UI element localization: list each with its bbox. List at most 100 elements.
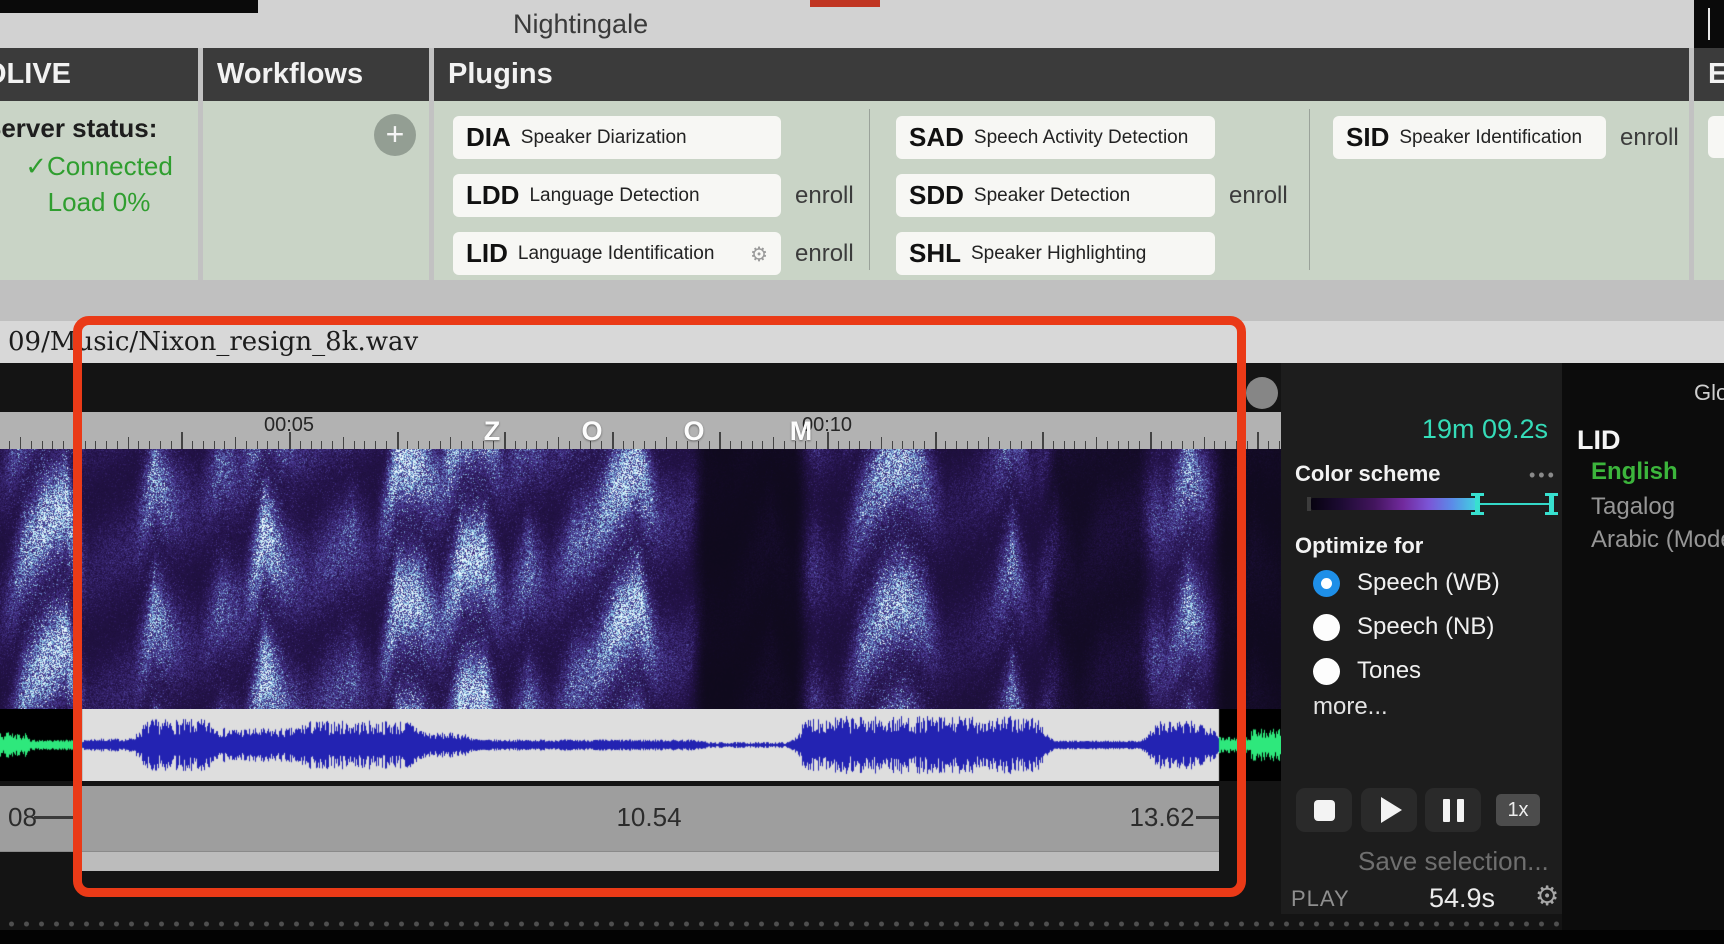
- ruler-tick: [278, 441, 279, 449]
- language-item-english[interactable]: English: [1591, 458, 1678, 486]
- radio-circle[interactable]: [1313, 570, 1340, 597]
- pause-icon: [1443, 799, 1464, 822]
- ruler-tick: [63, 441, 64, 449]
- add-workflow-button[interactable]: +: [374, 114, 416, 156]
- ruler-tick: [1096, 437, 1097, 449]
- plugin-ldd-button[interactable]: LDD Language Detection: [453, 174, 781, 217]
- playback-speed-button[interactable]: 1x: [1496, 794, 1540, 826]
- panel-handle[interactable]: [1246, 377, 1278, 409]
- stop-button[interactable]: [1296, 788, 1352, 832]
- global-label-cut: Glo: [1694, 380, 1724, 406]
- workflows-panel: +: [203, 101, 429, 280]
- selection-overview-bar[interactable]: 08 10.54 13.62: [0, 786, 1219, 852]
- tab-plugins-label: Plugins: [448, 58, 553, 90]
- plugin-lid-button[interactable]: LID Language Identification ⚙: [453, 232, 781, 275]
- ruler-tick: [536, 441, 537, 449]
- ruler-tick: [870, 441, 871, 449]
- spectrogram-canvas[interactable]: [0, 449, 1281, 709]
- plugins-panel: DIA Speaker Diarization LDD Language Det…: [434, 101, 1689, 280]
- ruler-tick: [978, 441, 979, 449]
- ruler-tick: [1021, 441, 1022, 449]
- file-path-bar: 09/Music/Nixon_resign_8k.wav: [0, 321, 1724, 363]
- ruler-tick: [547, 441, 548, 449]
- plugin-row: SID Speaker Identification enroll: [1333, 116, 1679, 159]
- enroll-link[interactable]: enroll: [795, 182, 854, 210]
- enroll-link[interactable]: enroll: [1620, 124, 1679, 152]
- ruler-tick: [1279, 441, 1280, 449]
- plugin-shl-button[interactable]: SHL Speaker Highlighting: [896, 232, 1215, 275]
- color-scheme-label: Color scheme: [1295, 461, 1441, 487]
- server-load-label: Load 0%: [0, 187, 198, 218]
- radio-circle[interactable]: [1313, 614, 1340, 641]
- language-item-arabic[interactable]: Arabic (Mode: [1591, 526, 1724, 554]
- plugin-sad-button[interactable]: SAD Speech Activity Detection: [896, 116, 1215, 159]
- ruler-tick: [267, 441, 268, 449]
- language-item-tagalog[interactable]: Tagalog: [1591, 493, 1675, 521]
- ruler-tick: [214, 441, 215, 449]
- ruler-tick: [967, 441, 968, 449]
- tab-olive[interactable]: OLIVE: [0, 48, 198, 101]
- ruler-tick: [1064, 441, 1065, 449]
- selection-scroll-strip[interactable]: [82, 852, 1219, 871]
- ruler-tick: [1150, 432, 1152, 449]
- ruler-tick: [1085, 441, 1086, 449]
- plugin-dia-button[interactable]: DIA Speaker Diarization: [453, 116, 781, 159]
- slider-grip-right[interactable]: [1549, 493, 1554, 515]
- ruler-tick: [1053, 441, 1054, 449]
- ruler-tick: [935, 432, 937, 449]
- radio-speech-nb[interactable]: Speech (NB): [1313, 613, 1494, 641]
- ruler-tick: [95, 441, 96, 449]
- ruler-tick: [1118, 441, 1119, 449]
- pause-button[interactable]: [1425, 788, 1481, 832]
- ruler-tick: [849, 441, 850, 449]
- tab-workflows[interactable]: Workflows: [203, 48, 429, 101]
- ruler-tick: [1128, 441, 1129, 449]
- color-scheme-slider[interactable]: [1311, 493, 1561, 515]
- radio-tones[interactable]: Tones: [1313, 657, 1421, 685]
- radio-label: Speech (NB): [1357, 613, 1494, 641]
- ruler-tick: [1214, 441, 1215, 449]
- timeline-ruler[interactable]: 00:0500:10ZOOM: [0, 412, 1281, 449]
- server-status-value: ✓Connected: [0, 151, 198, 182]
- ruler-tick: [1268, 441, 1269, 449]
- playback-controls-panel: 19m 09.2s Color scheme ••• Optimize for …: [1281, 363, 1562, 914]
- plugin-button-cut[interactable]: [1708, 116, 1724, 158]
- tab-plugins[interactable]: Plugins: [434, 48, 1689, 101]
- radio-speech-wb[interactable]: Speech (WB): [1313, 569, 1500, 597]
- more-link[interactable]: more...: [1313, 693, 1388, 721]
- enroll-link[interactable]: enroll: [795, 240, 854, 268]
- zoom-overlay-letter: Z: [484, 416, 501, 447]
- plugins-divider: [1309, 109, 1310, 270]
- color-scheme-menu-icon[interactable]: •••: [1529, 465, 1557, 486]
- slider-grip-left[interactable]: [1475, 493, 1480, 515]
- ruler-tick: [106, 441, 107, 449]
- ruler-tick: [709, 441, 710, 449]
- settings-gear-icon[interactable]: ⚙: [1535, 881, 1559, 912]
- play-button[interactable]: [1361, 788, 1417, 832]
- ruler-tick: [741, 441, 742, 449]
- tab-enrollment-cut[interactable]: E: [1694, 48, 1724, 101]
- ruler-tick: [633, 441, 634, 449]
- ruler-tick: [1204, 437, 1205, 449]
- plugin-sdd-button[interactable]: SDD Speaker Detection: [896, 174, 1215, 217]
- gear-icon[interactable]: ⚙: [750, 242, 768, 266]
- app-title: Nightingale: [513, 9, 648, 40]
- save-selection-button[interactable]: Save selection...: [1358, 846, 1549, 877]
- radio-circle[interactable]: [1313, 658, 1340, 685]
- stop-icon: [1314, 800, 1335, 821]
- titlebar-red-artifact: [810, 0, 880, 7]
- ruler-tick: [450, 437, 451, 449]
- waveform-canvas[interactable]: [0, 709, 1281, 781]
- zoom-overlay-letter: M: [790, 416, 813, 447]
- plugin-name: Speaker Detection: [974, 185, 1130, 207]
- ruler-tick: [311, 441, 312, 449]
- ruler-tick: [838, 441, 839, 449]
- ruler-tick: [397, 432, 399, 449]
- ruler-tick: [440, 441, 441, 449]
- ruler-tick: [364, 441, 365, 449]
- ruler-tick: [1171, 441, 1172, 449]
- playhead-position: 54.9s: [1429, 883, 1495, 914]
- plugin-sid-button[interactable]: SID Speaker Identification: [1333, 116, 1606, 159]
- enroll-link[interactable]: enroll: [1229, 182, 1288, 210]
- plugin-code: SDD: [909, 180, 964, 211]
